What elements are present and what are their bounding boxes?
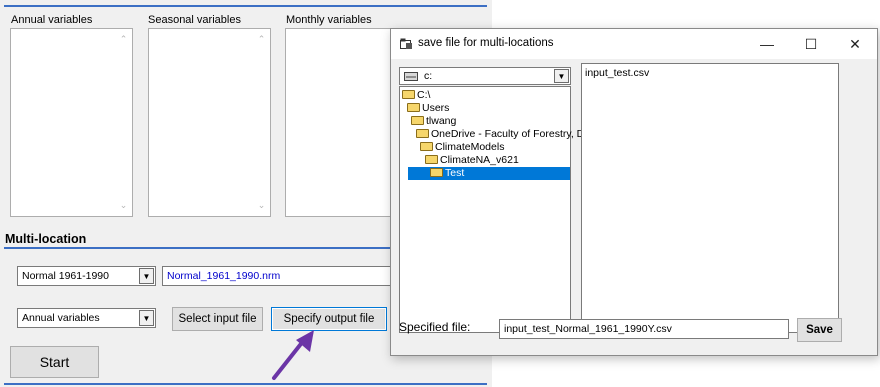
file-item[interactable]: input_test.csv <box>585 67 649 79</box>
annual-variables-label: Annual variables <box>11 14 93 26</box>
folder-open-icon <box>430 168 443 177</box>
variable-type-select[interactable]: Annual variables ▼ <box>17 308 156 328</box>
seasonal-variables-label: Seasonal variables <box>148 14 241 26</box>
select-input-file-button[interactable]: Select input file <box>172 307 263 331</box>
seasonal-list-scrollbar[interactable]: ⌃ ⌄ <box>253 29 270 216</box>
multi-location-title: Multi-location <box>5 232 87 246</box>
dialog-titlebar[interactable]: save file for multi-locations — ☐ ✕ <box>391 29 877 59</box>
maximize-icon[interactable]: ☐ <box>789 29 833 59</box>
scroll-down-icon[interactable]: ⌄ <box>115 197 132 214</box>
dialog-title: save file for multi-locations <box>418 37 554 49</box>
monthly-variables-label: Monthly variables <box>286 14 372 26</box>
specified-file-value: input_test_Normal_1961_1990Y.csv <box>504 323 672 335</box>
chevron-down-icon[interactable]: ▼ <box>139 268 154 284</box>
bottom-divider <box>4 383 487 385</box>
drive-icon <box>404 72 418 81</box>
start-button[interactable]: Start <box>10 346 99 378</box>
folder-item[interactable]: ClimateNA_v621 <box>425 154 565 167</box>
nrm-file-field[interactable]: Normal_1961_1990.nrm <box>162 266 394 286</box>
drive-select[interactable]: c: ▼ <box>399 67 571 85</box>
minimize-icon[interactable]: — <box>745 29 789 59</box>
folder-item[interactable]: Users <box>407 102 547 115</box>
folder-open-icon <box>402 90 415 99</box>
top-divider <box>4 5 487 7</box>
monthly-variables-list[interactable] <box>285 28 395 217</box>
folder-item[interactable]: ClimateModels <box>420 141 560 154</box>
scroll-down-icon[interactable]: ⌄ <box>253 197 270 214</box>
file-list[interactable]: input_test.csv <box>581 63 839 333</box>
app-icon <box>400 38 412 49</box>
normal-period-select[interactable]: Normal 1961-1990 ▼ <box>17 266 156 286</box>
normal-period-value: Normal 1961-1990 <box>22 270 109 282</box>
folder-item[interactable]: tlwang <box>411 115 551 128</box>
folder-open-icon <box>407 103 420 112</box>
folder-item-selected[interactable]: Test <box>408 167 570 180</box>
nrm-file-value: Normal_1961_1990.nrm <box>167 270 281 282</box>
scroll-up-icon[interactable]: ⌃ <box>253 31 270 48</box>
variable-type-value: Annual variables <box>22 312 100 324</box>
specified-file-input[interactable]: input_test_Normal_1961_1990Y.csv <box>499 319 789 339</box>
folder-item[interactable]: OneDrive - Faculty of Forestry, De <box>416 128 590 141</box>
annual-variables-list[interactable]: ⌃ ⌄ <box>10 28 133 217</box>
annotation-arrow-icon <box>272 330 314 380</box>
save-file-dialog: save file for multi-locations — ☐ ✕ c: ▼… <box>390 28 878 356</box>
folder-item[interactable]: C:\ <box>402 89 542 102</box>
folder-tree[interactable]: C:\ Users tlwang OneDrive - Faculty of F… <box>399 86 590 333</box>
specified-file-label: Specified file: <box>399 320 471 334</box>
close-icon[interactable]: ✕ <box>833 29 877 59</box>
folder-open-icon <box>425 155 438 164</box>
seasonal-variables-list[interactable]: ⌃ ⌄ <box>148 28 271 217</box>
folder-open-icon <box>420 142 433 151</box>
folder-open-icon <box>416 129 429 138</box>
chevron-down-icon[interactable]: ▼ <box>139 310 154 326</box>
annual-list-scrollbar[interactable]: ⌃ ⌄ <box>115 29 132 216</box>
drive-value: c: <box>424 70 433 82</box>
save-button[interactable]: Save <box>797 318 842 342</box>
folder-open-icon <box>411 116 424 125</box>
chevron-down-icon[interactable]: ▼ <box>554 69 569 83</box>
scroll-up-icon[interactable]: ⌃ <box>115 31 132 48</box>
